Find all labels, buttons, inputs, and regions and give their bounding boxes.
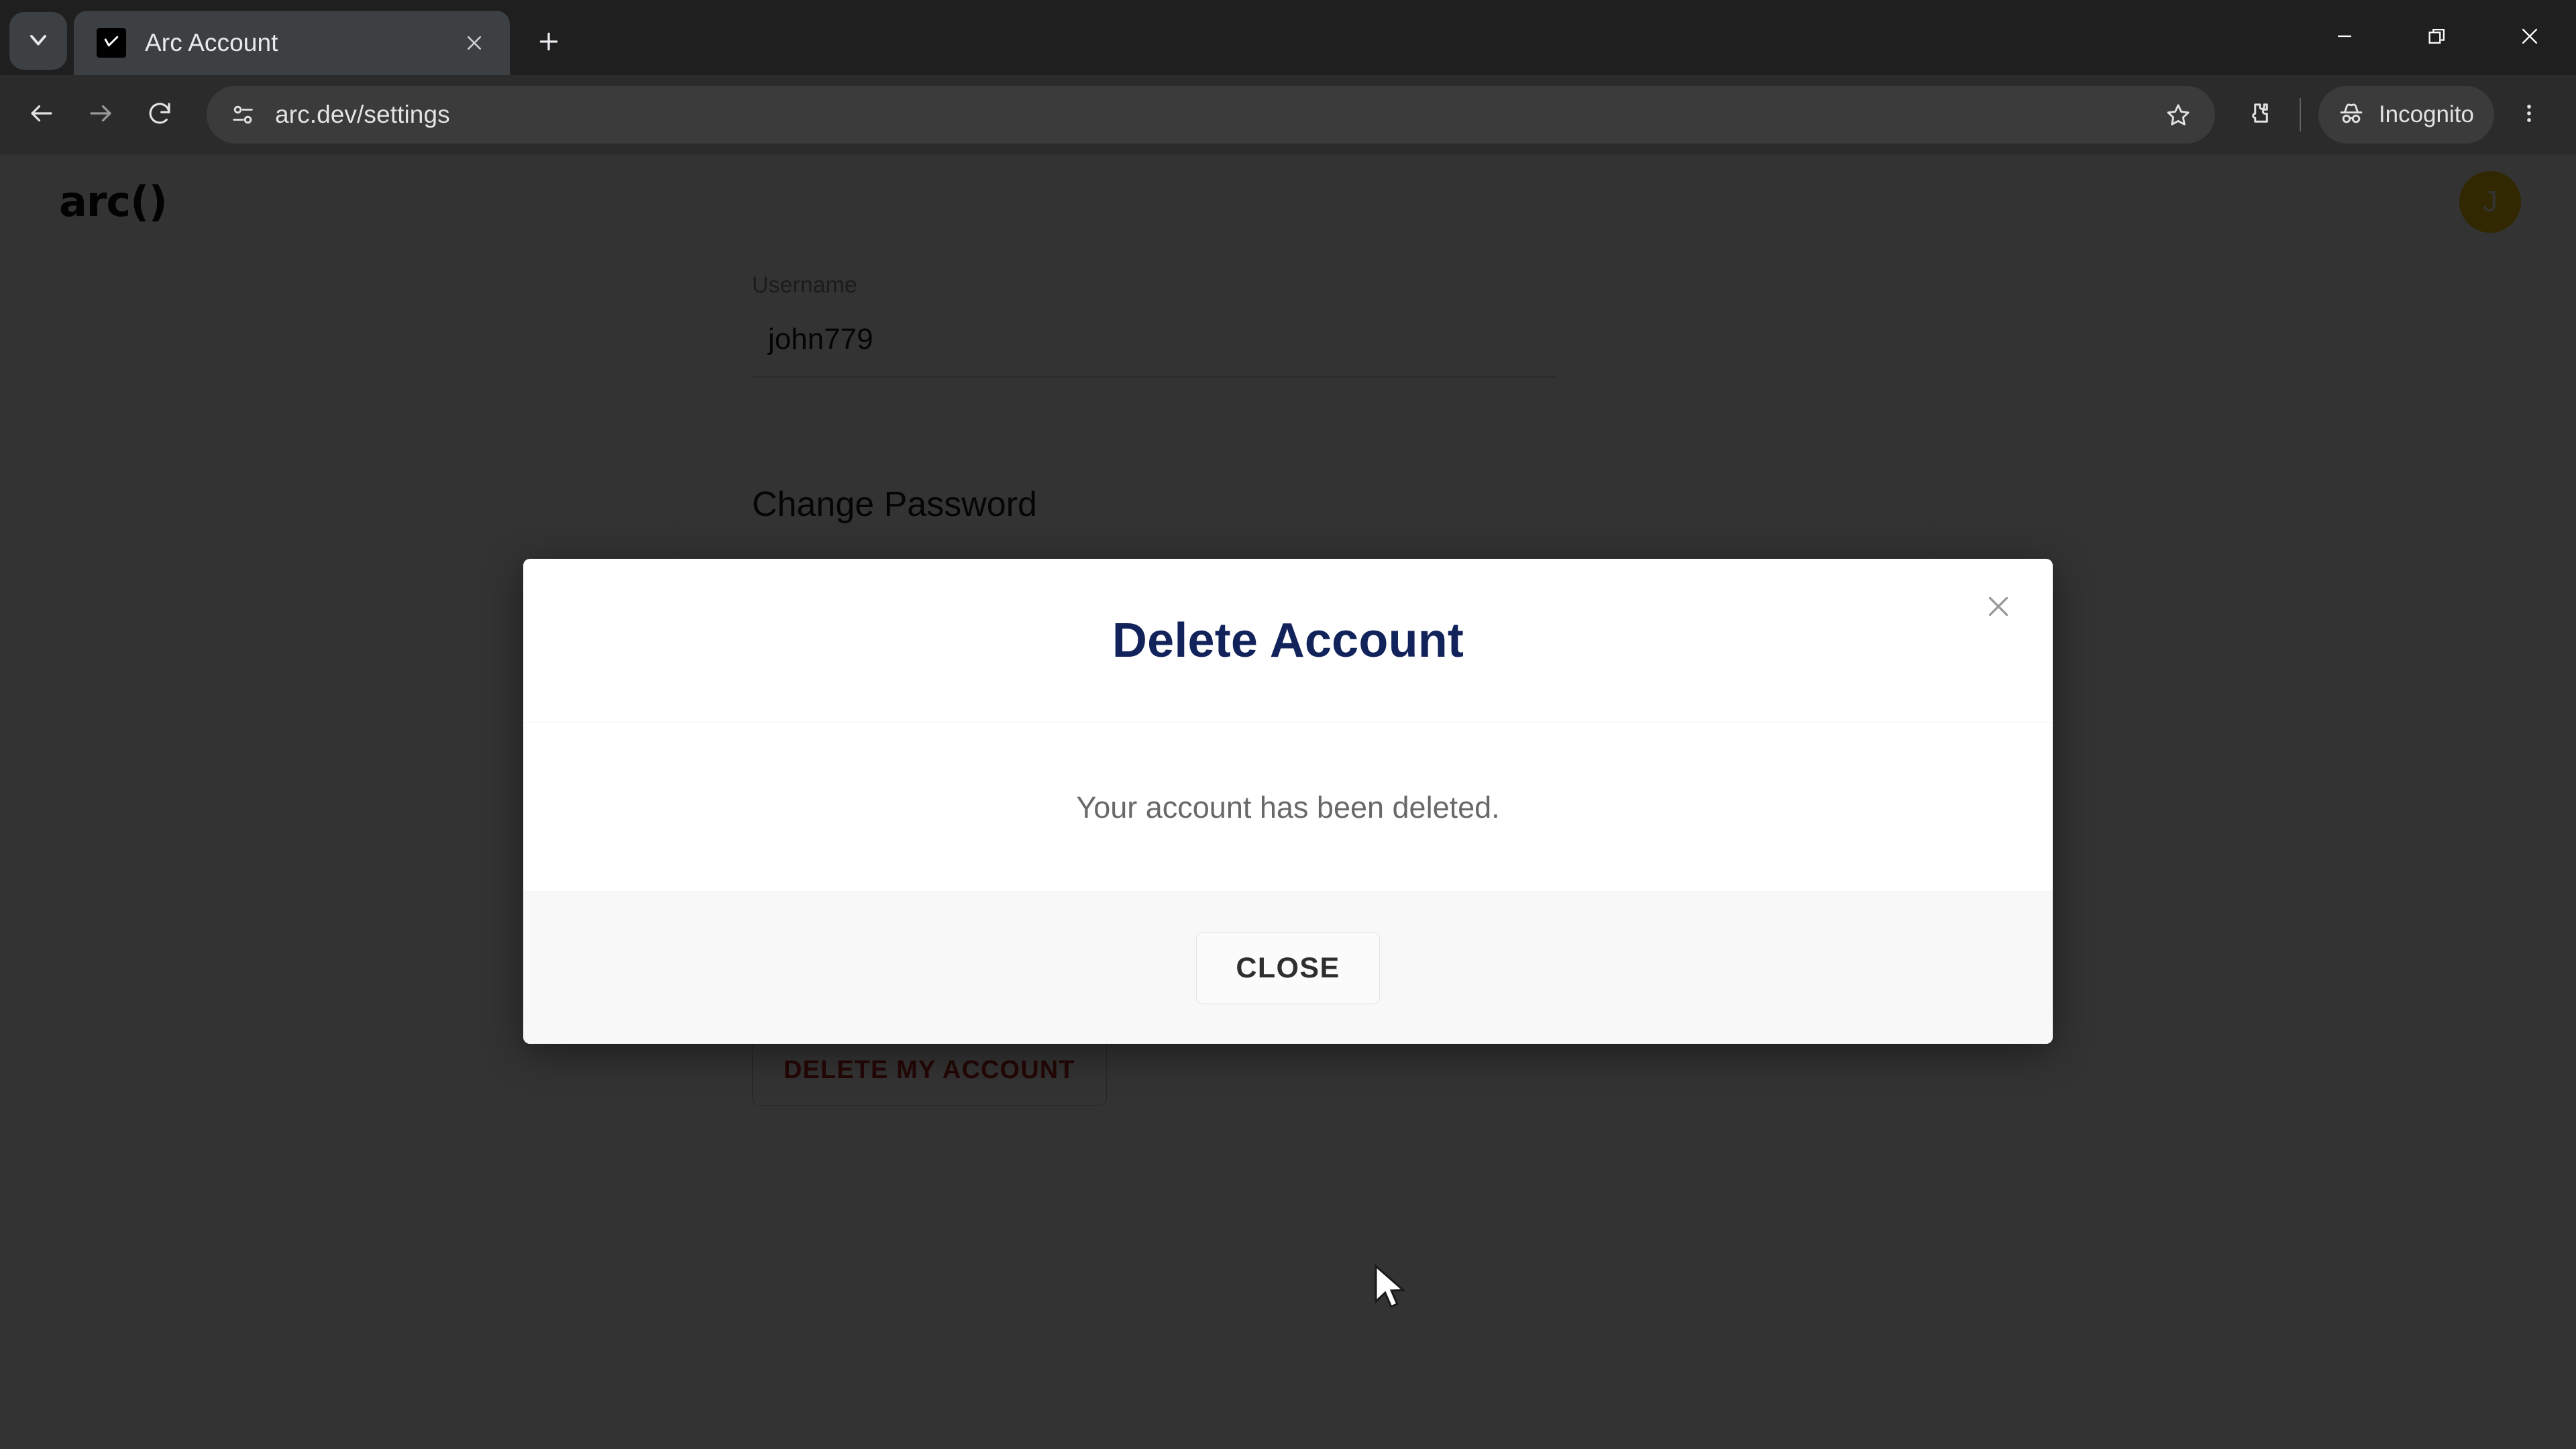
reload-icon bbox=[146, 99, 174, 131]
incognito-indicator[interactable]: Incognito bbox=[2318, 86, 2494, 144]
browser-tab[interactable]: Arc Account bbox=[74, 11, 510, 75]
arc-check-favicon bbox=[97, 28, 126, 58]
browser-toolbar: arc.dev/settings Incognito bbox=[0, 75, 2576, 154]
close-icon bbox=[1983, 591, 2014, 625]
back-button[interactable] bbox=[12, 85, 71, 144]
tab-strip: Arc Account bbox=[0, 0, 2576, 75]
maximize-button[interactable] bbox=[2391, 0, 2483, 75]
window-close-icon bbox=[2518, 25, 2541, 51]
chevron-down-icon bbox=[25, 26, 52, 56]
web-content: arc() J Username john779 Change Password… bbox=[0, 154, 2576, 1449]
modal-header: Delete Account bbox=[523, 559, 2053, 723]
modal-footer: CLOSE bbox=[523, 892, 2053, 1044]
extensions-puzzle-icon bbox=[2245, 99, 2273, 131]
incognito-hat-icon bbox=[2336, 98, 2379, 132]
bookmark-button[interactable] bbox=[2153, 90, 2203, 140]
back-arrow-icon bbox=[28, 99, 56, 131]
reload-button[interactable] bbox=[130, 85, 189, 144]
browser-window: Arc Account arc.dev/settings Incognito D… bbox=[0, 0, 2576, 1449]
url-text[interactable]: arc.dev/settings bbox=[275, 101, 2147, 129]
plus-icon bbox=[535, 28, 562, 58]
forward-button[interactable] bbox=[71, 85, 130, 144]
tab-title: Arc Account bbox=[145, 29, 278, 56]
modal-message: Your account has been deleted. bbox=[1076, 790, 1500, 824]
maximize-restore-icon bbox=[2426, 25, 2449, 51]
modal-close-button[interactable] bbox=[1974, 583, 2023, 633]
browser-menu-button[interactable] bbox=[2502, 86, 2556, 144]
toolbar-divider bbox=[2299, 98, 2301, 131]
new-tab-button[interactable] bbox=[522, 16, 576, 70]
window-controls bbox=[2298, 0, 2576, 75]
delete-account-modal: Delete Account Your account has been del… bbox=[523, 559, 2053, 1044]
site-settings-icon[interactable] bbox=[224, 96, 262, 133]
modal-body: Your account has been deleted. bbox=[523, 723, 2053, 892]
forward-arrow-icon bbox=[87, 99, 115, 131]
address-bar[interactable]: arc.dev/settings bbox=[207, 86, 2215, 144]
incognito-label: Incognito bbox=[2378, 101, 2474, 127]
tab-search-button[interactable] bbox=[9, 12, 67, 70]
close-window-button[interactable] bbox=[2483, 0, 2576, 75]
modal-close-action-button[interactable]: CLOSE bbox=[1196, 932, 1380, 1004]
extensions-button[interactable] bbox=[2230, 86, 2288, 144]
modal-title: Delete Account bbox=[1112, 614, 1464, 667]
tab-close-button[interactable] bbox=[456, 25, 492, 61]
minimize-icon bbox=[2333, 25, 2356, 51]
minimize-button[interactable] bbox=[2298, 0, 2391, 75]
three-dots-vertical-icon bbox=[2519, 100, 2539, 130]
